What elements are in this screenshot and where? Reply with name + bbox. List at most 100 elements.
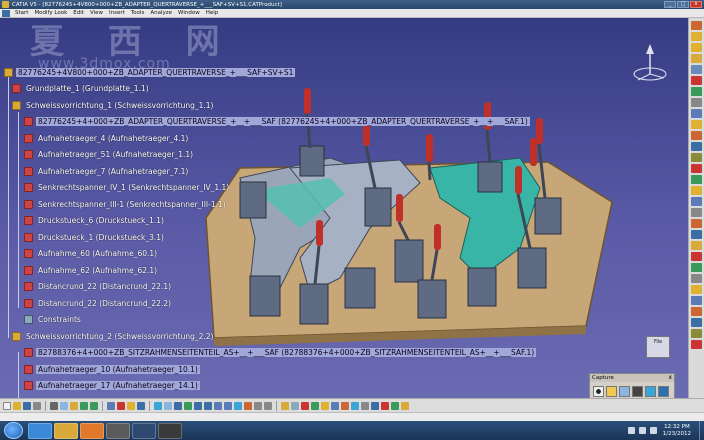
tree-node-label[interactable]: Aufnahetraeger_10 (Aufnahetraeger_10.1) — [36, 365, 200, 374]
tree-node[interactable]: Aufnahetraeger_17 (Aufnahetraeger_14.1) — [24, 379, 200, 392]
tree-node[interactable]: Aufnahetraeger_10 (Aufnahetraeger_10.1) — [24, 363, 200, 376]
start-button[interactable] — [4, 422, 23, 439]
menu-analyze[interactable]: Analyze — [147, 10, 175, 16]
undo-icon[interactable] — [80, 401, 88, 410]
tree-node[interactable]: Aufnahetraeger_4 (Aufnahetraeger_4.1) — [24, 132, 190, 145]
toolbar-icon[interactable] — [691, 208, 702, 217]
help-icon[interactable] — [107, 401, 115, 410]
copy-icon[interactable] — [60, 401, 68, 410]
tree-node[interactable]: Grundplatte_1 (Grundplatte_1.1) — [12, 82, 151, 95]
formula-icon[interactable] — [117, 401, 125, 410]
show-desktop-button[interactable] — [699, 421, 704, 440]
maximize-button[interactable]: □ — [677, 1, 689, 8]
snap-icon[interactable] — [321, 401, 329, 410]
swap-visible-icon[interactable] — [264, 401, 272, 410]
toolbar-icon[interactable] — [691, 263, 702, 272]
tree-node-label[interactable]: Aufnahme_60 (Aufnahme_60.1) — [36, 249, 159, 258]
tree-node[interactable]: Aufnahetraeger_7 (Aufnahetraeger_7.1) — [24, 165, 190, 178]
toolbar-icon[interactable] — [691, 120, 702, 129]
compass-icon[interactable] — [630, 40, 670, 84]
toolbar-icon[interactable] — [691, 153, 702, 162]
explode-icon[interactable] — [331, 401, 339, 410]
media-player-icon[interactable] — [80, 422, 104, 439]
tree-node-label[interactable]: Senkrechtspanner_III-1 (Senkrechtspanner… — [36, 200, 228, 209]
tree-node-label[interactable]: Aufnahetraeger_17 (Aufnahetraeger_14.1) — [36, 381, 200, 390]
flag-icon[interactable] — [391, 401, 399, 410]
tree-node[interactable]: Aufnahetraeger_51 (Aufnahetraeger_1.1) — [24, 148, 195, 161]
knowledge-icon[interactable] — [137, 401, 145, 410]
toolbar-icon[interactable] — [691, 296, 702, 305]
document-icon[interactable] — [2, 9, 10, 17]
camera-icon[interactable] — [632, 386, 643, 397]
tree-node-label[interactable]: Distancrund_22 (Distancrund_22.1) — [36, 282, 173, 291]
capture-task-icon[interactable] — [158, 422, 182, 439]
shading-icon[interactable] — [244, 401, 252, 410]
toolbar-icon[interactable] — [691, 340, 702, 349]
iso-view-icon[interactable] — [234, 401, 242, 410]
tree-node[interactable]: Schweissvorrichtung_2 (Schweissvorrichtu… — [12, 330, 215, 343]
file-button[interactable]: File — [646, 336, 670, 358]
clash-icon[interactable] — [341, 401, 349, 410]
tree-node-label[interactable]: Schweissvorrichtung_2 (Schweissvorrichtu… — [24, 332, 215, 341]
toolbar-icon[interactable] — [691, 219, 702, 228]
fit-all-icon[interactable] — [164, 401, 172, 410]
save-icon[interactable] — [23, 401, 31, 410]
tree-node[interactable]: Aufnahme_60 (Aufnahme_60.1) — [24, 247, 159, 260]
toolbar-icon[interactable] — [691, 131, 702, 140]
toolbar-icon[interactable] — [691, 329, 702, 338]
tree-node[interactable]: Druckstueck_1 (Druckstueck_3.1) — [24, 231, 166, 244]
new-icon[interactable] — [3, 401, 11, 410]
toolbar-icon[interactable] — [691, 285, 702, 294]
rotate-icon[interactable] — [184, 401, 192, 410]
multi-view-icon[interactable] — [224, 401, 232, 410]
tree-node-label[interactable]: Senkrechtspanner_IV_1 (Senkrechtspanner_… — [36, 183, 231, 192]
toolbar-icon[interactable] — [691, 318, 702, 327]
update-icon[interactable] — [311, 401, 319, 410]
tree-node[interactable]: Senkrechtspanner_IV_1 (Senkrechtspanner_… — [24, 181, 231, 194]
toolbar-icon[interactable] — [691, 32, 702, 41]
publish-icon[interactable] — [401, 401, 409, 410]
volume-icon[interactable] — [649, 427, 657, 434]
toolbar-icon[interactable] — [691, 230, 702, 239]
section-icon[interactable] — [351, 401, 359, 410]
toolbar-icon[interactable] — [691, 164, 702, 173]
print-icon[interactable] — [33, 401, 41, 410]
measure-icon[interactable] — [301, 401, 309, 410]
cut-icon[interactable] — [50, 401, 58, 410]
tree-node[interactable]: Distancrund_22 (Distancrund_22.1) — [24, 280, 173, 293]
network-icon[interactable] — [638, 427, 646, 434]
bom-icon[interactable] — [361, 401, 369, 410]
tree-node-label[interactable]: Schweissvorrichtung_1 (Schweissvorrichtu… — [24, 101, 215, 110]
pan-icon[interactable] — [174, 401, 182, 410]
toolbar-icon[interactable] — [691, 186, 702, 195]
toolbar-icon[interactable] — [691, 252, 702, 261]
tree-node-label[interactable]: Druckstueck_1 (Druckstueck_3.1) — [36, 233, 166, 242]
toolbar-icon[interactable] — [691, 65, 702, 74]
toolbar-icon[interactable] — [691, 54, 702, 63]
tree-node-label[interactable]: 82788376+4+000+ZB_SITZRAHMENSEITENTEIL_A… — [36, 348, 537, 357]
tree-node-label[interactable]: Aufnahme_62 (Aufnahme_62.1) — [36, 266, 159, 275]
tree-node-label[interactable]: 82776245+4V800+000+ZB_ADAPTER_QUERTRAVER… — [16, 68, 296, 77]
tree-node-root[interactable]: 82776245+4V800+000+ZB_ADAPTER_QUERTRAVER… — [4, 66, 296, 79]
toolbar-icon[interactable] — [691, 109, 702, 118]
minimize-button[interactable]: _ — [664, 1, 676, 8]
record-icon[interactable] — [593, 386, 604, 397]
tree-node-label[interactable]: 82776245+4+000+ZB_ADAPTER_QUERTRAVERSE_+… — [36, 117, 530, 126]
flag-icon[interactable] — [627, 427, 635, 434]
monitor-icon[interactable] — [658, 386, 669, 397]
assembly-tool-icon[interactable] — [281, 401, 289, 410]
toolbar-icon[interactable] — [691, 87, 702, 96]
toolbar-icon[interactable] — [691, 241, 702, 250]
scenes-icon[interactable] — [371, 401, 379, 410]
menu-edit[interactable]: Edit — [70, 10, 87, 16]
normal-view-icon[interactable] — [214, 401, 222, 410]
tree-node[interactable]: Schweissvorrichtung_1 (Schweissvorrichtu… — [12, 99, 215, 112]
open-icon[interactable] — [13, 401, 21, 410]
tree-node-label[interactable]: Constraints — [36, 315, 83, 324]
capture-close-button[interactable]: x — [668, 374, 672, 381]
zoom-out-icon[interactable] — [204, 401, 212, 410]
menu-modify-look[interactable]: Modify Look — [31, 10, 70, 16]
toolbar-icon[interactable] — [691, 307, 702, 316]
annotation-icon[interactable] — [381, 401, 389, 410]
tree-node[interactable]: Aufnahme_62 (Aufnahme_62.1) — [24, 264, 159, 277]
